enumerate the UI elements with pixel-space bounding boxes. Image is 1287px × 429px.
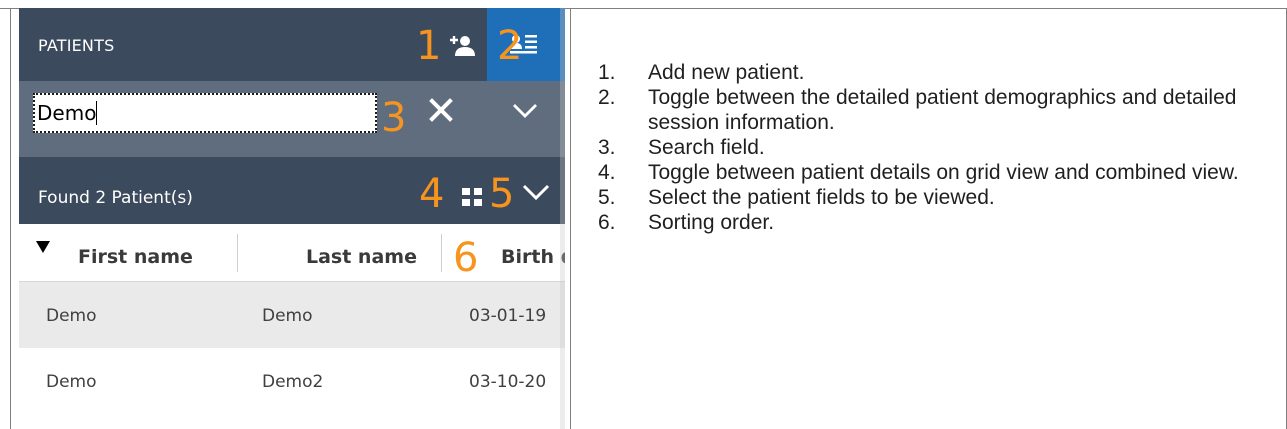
patients-panel-screenshot: PATIENTS 1 2 Demo 3 Found 2 Patient(s) 4… (19, 8, 565, 429)
annotation-number-1: 1 (416, 23, 442, 69)
legend-text: Toggle between the detailed patient demo… (648, 86, 1237, 134)
found-count-text: Found 2 Patient(s) (38, 188, 193, 208)
search-input-value: Demo (37, 101, 97, 125)
select-fields-button[interactable] (522, 179, 550, 203)
legend-item-6: 6. Sorting order. (598, 210, 1258, 235)
search-bar: Demo 3 (19, 81, 565, 157)
legend-number: 4. (598, 161, 616, 184)
close-icon (429, 98, 453, 122)
table-row[interactable]: Demo Demo2 03-10-20 (19, 348, 565, 414)
results-bar: Found 2 Patient(s) 4 5 (19, 157, 565, 224)
chevron-down-icon (522, 184, 550, 201)
column-header-last-name[interactable]: Last name (306, 246, 417, 268)
annotation-number-6: 6 (453, 235, 479, 281)
patients-header: PATIENTS 1 2 (19, 8, 565, 81)
column-header-birth-date[interactable]: Birth d (501, 246, 565, 268)
annotation-number-4: 4 (419, 171, 445, 217)
column-header-first-name[interactable]: First name (78, 246, 193, 268)
cell-last-name: Demo (262, 306, 313, 326)
panel-right-edge (560, 8, 565, 429)
grid-icon (462, 188, 482, 206)
annotation-number-5: 5 (489, 171, 515, 217)
clear-search-button[interactable] (429, 98, 453, 122)
legend-number: 3. (598, 136, 616, 159)
legend-text: Add new patient. (648, 61, 805, 84)
legend-number: 2. (598, 86, 616, 109)
add-patient-button[interactable] (449, 34, 475, 56)
legend-text: Search field. (648, 136, 765, 159)
legend-text: Toggle between patient details on grid v… (648, 161, 1239, 184)
table-header: First name Last name 6 Birth d (19, 224, 565, 282)
grid-view-toggle-button[interactable] (461, 187, 483, 207)
annotation-number-2: 2 (497, 23, 523, 69)
legend-item-5: 5. Select the patient fields to be viewe… (598, 185, 1258, 210)
legend-text: Select the patient fields to be viewed. (648, 186, 995, 209)
sort-desc-arrow-icon[interactable] (36, 240, 50, 254)
cell-last-name: Demo2 (262, 372, 324, 392)
legend-number: 5. (598, 186, 616, 209)
add-user-icon (450, 36, 475, 56)
legend-number: 6. (598, 211, 616, 234)
search-input[interactable]: Demo (33, 93, 377, 133)
legend-text: Sorting order. (648, 211, 775, 234)
cell-birth-date: 03-10-20 (469, 372, 547, 392)
text-caret (96, 101, 98, 125)
legend-item-4: 4. Toggle between patient details on gri… (598, 160, 1258, 185)
cell-birth-date: 03-01-19 (469, 306, 547, 326)
table-border-left (10, 8, 11, 429)
search-dropdown-button[interactable] (512, 98, 538, 122)
column-separator (441, 234, 442, 272)
annotation-number-3: 3 (381, 95, 407, 141)
legend-item-3: 3. Search field. (598, 135, 1258, 160)
legend-number: 1. (598, 61, 616, 84)
legend-item-1: 1. Add new patient. (598, 60, 1258, 85)
patients-title: PATIENTS (38, 36, 115, 55)
column-separator (237, 234, 238, 272)
previous-text-fragment (0, 0, 1287, 8)
cell-first-name: Demo (46, 372, 97, 392)
chevron-down-icon (513, 104, 537, 118)
legend-item-2: 2. Toggle between the detailed patient d… (598, 85, 1258, 135)
table-row[interactable]: Demo Demo 03-01-19 (19, 282, 565, 348)
cell-first-name: Demo (46, 306, 97, 326)
annotation-legend: 1. Add new patient. 2. Toggle between th… (598, 60, 1258, 235)
table-border-middle (570, 8, 571, 429)
